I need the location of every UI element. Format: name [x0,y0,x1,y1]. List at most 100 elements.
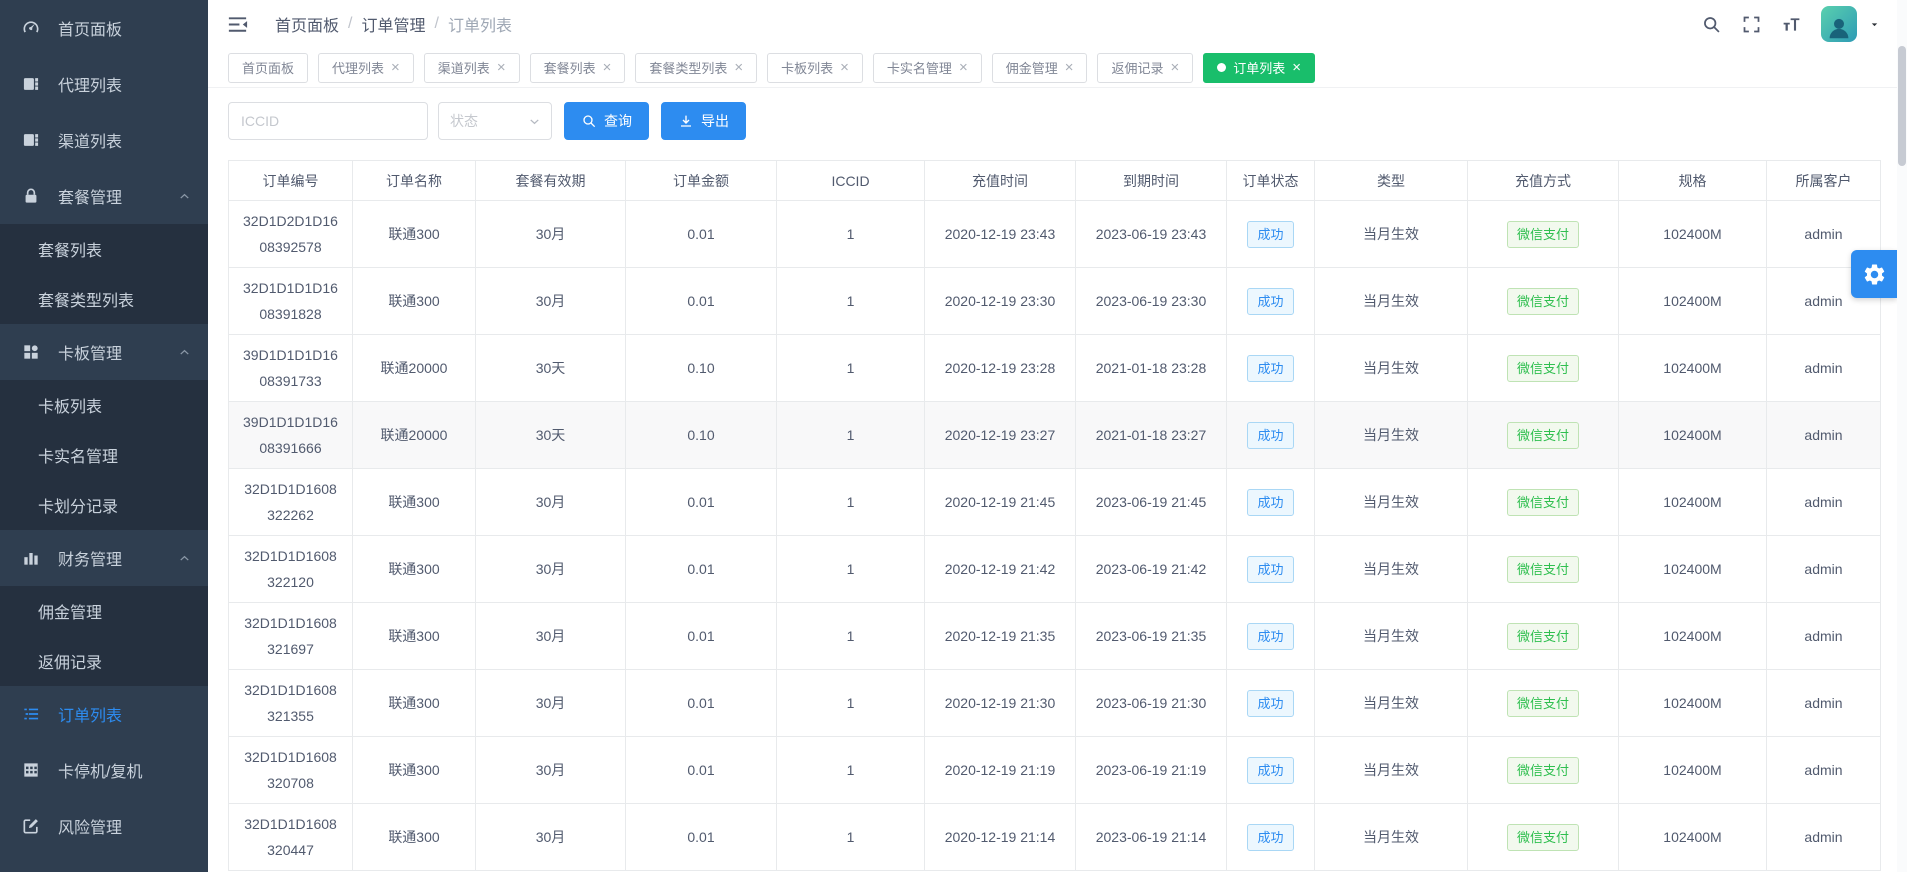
sidebar-item-risk-management[interactable]: 风险管理 [0,798,208,854]
cell-text: admin [1804,829,1842,845]
cell-text: 当月生效 [1363,360,1419,376]
table-row: 32D1D2D1D16 08392578联通30030月0.0112020-12… [229,201,1881,268]
cell-iccid: 1 [777,804,925,871]
export-button[interactable]: 导出 [661,102,746,140]
cell-expire-time: 2023-06-19 21:30 [1076,670,1227,737]
close-icon[interactable]: × [1292,60,1301,75]
sidebar-item-agent-list[interactable]: 代理列表 [0,56,208,112]
cell-order-no: 32D1D1D1D16 08391828 [229,268,353,335]
close-icon[interactable]: × [603,60,612,75]
cell-pay-method: 微信支付 [1468,201,1619,268]
cell-spec: 102400M [1619,804,1767,871]
cell-name: 联通300 [353,603,476,670]
sidebar-item-finance-management[interactable]: 财务管理 [0,530,208,586]
tab-channel-list[interactable]: 渠道列表 × [424,53,520,83]
status-select[interactable]: 状态 [438,102,552,140]
sidebar-subitem-package-list[interactable]: 套餐列表 [0,224,208,274]
tab-package-list[interactable]: 套餐列表 × [530,53,626,83]
sidebar-subitem-commission-management[interactable]: 佣金管理 [0,586,208,636]
content-area: 状态 查询 导出 [208,88,1907,871]
cell-text: 30月 [536,695,566,711]
cell-type: 当月生效 [1315,737,1468,804]
sidebar-subitem-package-type-list[interactable]: 套餐类型列表 [0,274,208,324]
fullscreen-icon[interactable] [1741,14,1762,35]
tab-agent-list[interactable]: 代理列表 × [318,53,414,83]
cell-expire-time: 2023-06-19 21:45 [1076,469,1227,536]
tab-label: 订单列表 [1233,58,1285,77]
tab-package-type-list[interactable]: 套餐类型列表 × [635,53,757,83]
close-icon[interactable]: × [734,60,743,75]
user-avatar[interactable] [1821,6,1857,42]
payment-badge: 微信支付 [1507,288,1579,315]
column-header: 订单编号 [229,161,353,201]
tab-card-board-list[interactable]: 卡板列表 × [767,53,863,83]
sidebar-item-label: 首页面板 [58,16,122,40]
column-header: 类型 [1315,161,1468,201]
sidebar-item-channel-list[interactable]: 渠道列表 [0,112,208,168]
cell-spec: 102400M [1619,335,1767,402]
cell-text: 30月 [536,561,566,577]
tab-bar: 首页面板 代理列表 × 渠道列表 × 套餐列表 × 套餐类型列表 × 卡板列表 … [208,48,1907,88]
scrollbar-track[interactable] [1897,0,1907,872]
search-icon[interactable] [1701,14,1722,35]
cell-name: 联通300 [353,268,476,335]
cell-order-no: 32D1D1D1608 322262 [229,469,353,536]
sidebar-item-label: 财务管理 [58,546,122,570]
payment-badge: 微信支付 [1507,757,1579,784]
sidebar-item-home-panel[interactable]: 首页面板 [0,0,208,56]
cell-text: 2020-12-19 21:45 [945,494,1056,510]
status-badge: 成功 [1247,690,1293,717]
cell-text: 1 [847,695,855,711]
sidebar-subitem-rebate-record[interactable]: 返佣记录 [0,636,208,686]
breadcrumb-item[interactable]: 订单管理 [361,12,425,36]
query-button[interactable]: 查询 [564,102,649,140]
cell-order-no: 32D1D1D1608 321697 [229,603,353,670]
cell-name: 联通300 [353,536,476,603]
sidebar-subitem-label: 返佣记录 [38,649,102,673]
font-size-icon[interactable] [1781,14,1802,35]
cell-iccid: 1 [777,536,925,603]
cell-validity: 30月 [476,603,626,670]
collapse-sidebar-icon[interactable] [226,13,249,36]
sidebar-subitem-card-board-list[interactable]: 卡板列表 [0,380,208,430]
close-icon[interactable]: × [840,60,849,75]
sidebar-subitem-card-division-record[interactable]: 卡划分记录 [0,480,208,530]
tab-order-list[interactable]: 订单列表 × [1203,53,1315,83]
topbar-actions [1701,6,1881,42]
payment-badge: 微信支付 [1507,556,1579,583]
cell-text: 当月生效 [1363,762,1419,778]
cell-text: 0.01 [687,829,714,845]
cell-customer: admin [1767,536,1881,603]
cell-order-no: 39D1D1D1D16 08391666 [229,402,353,469]
cell-text: 联通300 [388,494,439,510]
cell-text: 1 [847,762,855,778]
cell-type: 当月生效 [1315,402,1468,469]
iccid-input[interactable] [228,102,428,140]
cell-pay-method: 微信支付 [1468,670,1619,737]
close-icon[interactable]: × [391,60,400,75]
table-row: 32D1D1D1608 321697联通30030月0.0112020-12-1… [229,603,1881,670]
sidebar-subitem-card-realname-management[interactable]: 卡实名管理 [0,430,208,480]
sidebar-item-card-stop-resume[interactable]: 卡停机/复机 [0,742,208,798]
sidebar-item-order-list[interactable]: 订单列表 [0,686,208,742]
close-icon[interactable]: × [1171,60,1180,75]
tab-home-panel[interactable]: 首页面板 [228,53,308,83]
cell-text: 当月生效 [1363,829,1419,845]
tab-rebate-record[interactable]: 返佣记录 × [1097,53,1193,83]
breadcrumb-item[interactable]: 首页面板 [275,12,339,36]
export-button-label: 导出 [701,111,729,131]
settings-fab[interactable] [1851,250,1897,298]
close-icon[interactable]: × [959,60,968,75]
cell-expire-time: 2023-06-19 23:30 [1076,268,1227,335]
chevron-down-icon[interactable] [1868,18,1881,31]
close-icon[interactable]: × [497,60,506,75]
cell-pay-method: 微信支付 [1468,402,1619,469]
tab-card-realname-management[interactable]: 卡实名管理 × [873,53,982,83]
chevron-up-icon [177,551,192,566]
sidebar-item-card-board-management[interactable]: 卡板管理 [0,324,208,380]
scrollbar-thumb[interactable] [1898,46,1906,166]
tab-commission-management[interactable]: 佣金管理 × [992,53,1088,83]
cell-text: 当月生效 [1363,628,1419,644]
close-icon[interactable]: × [1065,60,1074,75]
sidebar-item-package-management[interactable]: 套餐管理 [0,168,208,224]
